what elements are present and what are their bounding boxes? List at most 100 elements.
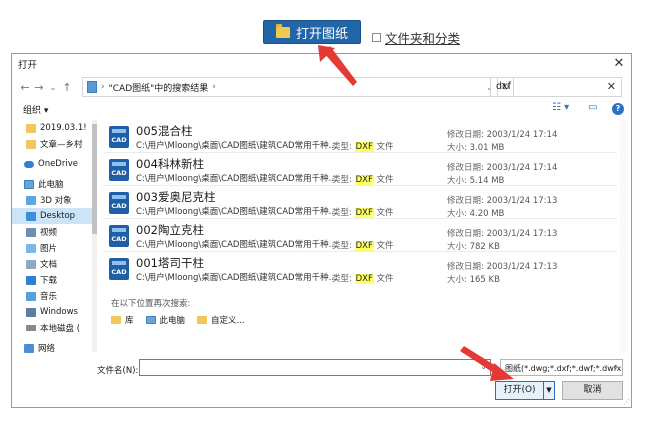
- sidebar-item-label: 此电脑: [38, 180, 64, 190]
- dialog-titlebar: 打开 ✕: [12, 54, 631, 74]
- search-location-link[interactable]: 库: [111, 314, 134, 326]
- forward-arrow-icon[interactable]: →: [32, 81, 46, 94]
- search-again-locations: 库 此电脑 自定义...: [111, 314, 245, 326]
- recent-dropdown-icon[interactable]: ⌄: [46, 83, 60, 92]
- cad-file-icon: CAD: [109, 192, 129, 214]
- search-location-link[interactable]: 自定义...: [197, 314, 245, 326]
- sidebar-item[interactable]: 视频: [12, 224, 97, 240]
- open-button[interactable]: 打开(O) ▼: [495, 381, 555, 400]
- type-label: 类型:: [332, 241, 352, 251]
- file-path: C:\用户\Mloong\桌面\CAD图纸\建筑CAD常用千种...: [136, 273, 337, 283]
- folder-icon: [26, 139, 36, 149]
- sidebar-item-label: OneDrive: [38, 159, 78, 169]
- sidebar-item-network[interactable]: 网络: [12, 340, 92, 356]
- sidebar-item[interactable]: 文档: [12, 256, 97, 272]
- close-button[interactable]: ✕: [611, 56, 627, 72]
- file-path: C:\用户\Mloong\桌面\CAD图纸\建筑CAD常用千种...: [136, 174, 337, 184]
- sidebar-item[interactable]: Desktop: [12, 208, 97, 224]
- sidebar-item-label: 2019.03.1!: [40, 123, 87, 133]
- pictures-icon: [26, 243, 36, 253]
- file-row[interactable]: CAD 002陶立克柱 C:\用户\Mloong\桌面\CAD图纸\建筑CAD常用千…: [103, 219, 617, 252]
- network-icon: [24, 343, 34, 353]
- custom-folder-icon: [197, 316, 208, 324]
- file-row[interactable]: CAD 001塔司干柱 C:\用户\Mloong\桌面\CAD图纸\建筑CAD常用千…: [103, 252, 617, 285]
- size-label: 大小:: [447, 275, 467, 285]
- search-location-label: 库: [125, 316, 134, 326]
- date-label: 修改日期:: [447, 229, 484, 239]
- view-options-icon[interactable]: ☷ ▾: [552, 102, 569, 113]
- sidebar-item[interactable]: 文章—乡村: [12, 136, 97, 152]
- sidebar-item[interactable]: 图片: [12, 240, 97, 256]
- file-name[interactable]: 001塔司干柱: [136, 255, 204, 271]
- sidebar-item-label: Windows: [40, 307, 78, 317]
- file-row[interactable]: CAD 005混合柱 C:\用户\Mloong\桌面\CAD图纸\建筑CAD常用千种…: [103, 120, 617, 153]
- sidebar-item-label: 视频: [40, 228, 58, 238]
- back-arrow-icon[interactable]: ←: [18, 81, 32, 94]
- file-name[interactable]: 005混合柱: [136, 123, 192, 139]
- open-drawing-button[interactable]: 打开图纸: [263, 20, 361, 44]
- sidebar-item[interactable]: 3D 对象: [12, 192, 97, 208]
- filename-dropdown-icon[interactable]: ⌄: [480, 362, 487, 371]
- type-label: 类型:: [332, 175, 352, 185]
- breadcrumb-chevron: ›: [212, 82, 216, 92]
- type-ext-highlight: DXF: [354, 208, 374, 218]
- date-value: 2003/1/24 17:14: [486, 163, 558, 173]
- cad-file-icon: CAD: [109, 159, 129, 181]
- up-arrow-icon[interactable]: ↑: [60, 81, 74, 94]
- sidebar-item-label: 文章—乡村: [40, 140, 83, 150]
- sidebar-item[interactable]: 此电脑: [12, 176, 97, 192]
- open-options-dropdown-icon[interactable]: ▼: [543, 382, 554, 399]
- cloud-icon: [24, 160, 34, 168]
- type-suffix: 文件: [376, 142, 394, 152]
- computer-icon: [24, 179, 34, 189]
- folder-category-checkbox[interactable]: 文件夹和分类: [372, 28, 460, 47]
- date-label: 修改日期:: [447, 196, 484, 206]
- sidebar-item-label: 网络: [38, 344, 56, 354]
- sidebar-item[interactable]: 2019.03.1!: [12, 120, 97, 136]
- file-list: CAD 005混合柱 C:\用户\Mloong\桌面\CAD图纸\建筑CAD常用千种…: [103, 120, 617, 286]
- filename-field[interactable]: ⌄: [139, 359, 491, 376]
- file-row[interactable]: CAD 004科林新柱 C:\用户\Mloong\桌面\CAD图纸\建筑CAD常用千…: [103, 153, 617, 186]
- sidebar-item[interactable]: OneDrive: [12, 156, 97, 172]
- sidebar-item[interactable]: 下载: [12, 272, 97, 288]
- type-suffix: 文件: [376, 241, 394, 251]
- cad-file-icon: CAD: [109, 258, 129, 280]
- filetype-dropdown-icon[interactable]: ⌄: [612, 362, 619, 371]
- file-name[interactable]: 004科林新柱: [136, 156, 204, 172]
- cancel-button[interactable]: 取消: [562, 381, 623, 400]
- file-name[interactable]: 002陶立克柱: [136, 222, 204, 238]
- file-type: 类型: DXF 文件: [332, 272, 394, 284]
- filetype-value: 图纸(*.dwg;*.dxf;*.dwf;*.dwfx): [505, 364, 623, 373]
- scroll-thumb[interactable]: [92, 124, 97, 234]
- filetype-select[interactable]: 图纸(*.dwg;*.dxf;*.dwf;*.dwfx) ⌄: [500, 359, 623, 376]
- sidebar-item[interactable]: 本地磁盘 (: [12, 320, 97, 336]
- file-path: C:\用户\Mloong\桌面\CAD图纸\建筑CAD常用千种...: [136, 141, 337, 151]
- clear-search-icon[interactable]: ✕: [607, 80, 616, 93]
- help-icon[interactable]: ?: [612, 103, 624, 115]
- type-label: 类型:: [332, 208, 352, 218]
- resize-grip-icon[interactable]: ⋰: [623, 398, 630, 406]
- sidebar-item-label: 本地磁盘 (: [40, 324, 81, 334]
- preview-pane-icon[interactable]: ▭: [588, 102, 597, 113]
- sidebar-item[interactable]: Windows: [12, 304, 97, 320]
- size-value: 4.20 MB: [469, 209, 505, 219]
- sidebar-item[interactable]: 音乐: [12, 288, 97, 304]
- file-date: 修改日期: 2003/1/24 17:14: [447, 161, 557, 173]
- organize-button[interactable]: 组织 ▾: [23, 103, 48, 116]
- search-location-link[interactable]: 此电脑: [145, 314, 185, 326]
- address-bar[interactable]: › "CAD图纸"中的搜索结果 › ⌄: [82, 77, 498, 97]
- sidebar-scrollbar[interactable]: [92, 120, 97, 352]
- file-name[interactable]: 003爱奥尼克柱: [136, 189, 215, 205]
- file-list-scrollbar[interactable]: [620, 120, 628, 352]
- breadcrumb-path: "CAD图纸"中的搜索结果: [108, 83, 209, 94]
- search-input[interactable]: dxf ✕: [490, 77, 622, 97]
- type-ext-highlight: DXF: [354, 241, 374, 251]
- size-value: 165 KB: [469, 275, 500, 285]
- checkbox-box[interactable]: [372, 33, 381, 42]
- navigation-pane: 2019.03.1! 文章—乡村 OneDrive 此电脑 3D 对象 Desktop 视频…: [12, 120, 97, 352]
- file-row[interactable]: CAD 003爱奥尼克柱 C:\用户\Mloong\桌面\CAD图纸\建筑CAD常用…: [103, 186, 617, 219]
- music-icon: [26, 291, 36, 301]
- size-label: 大小:: [447, 143, 467, 153]
- desktop-icon: [26, 211, 36, 221]
- open-button-label[interactable]: 打开(O): [496, 382, 543, 399]
